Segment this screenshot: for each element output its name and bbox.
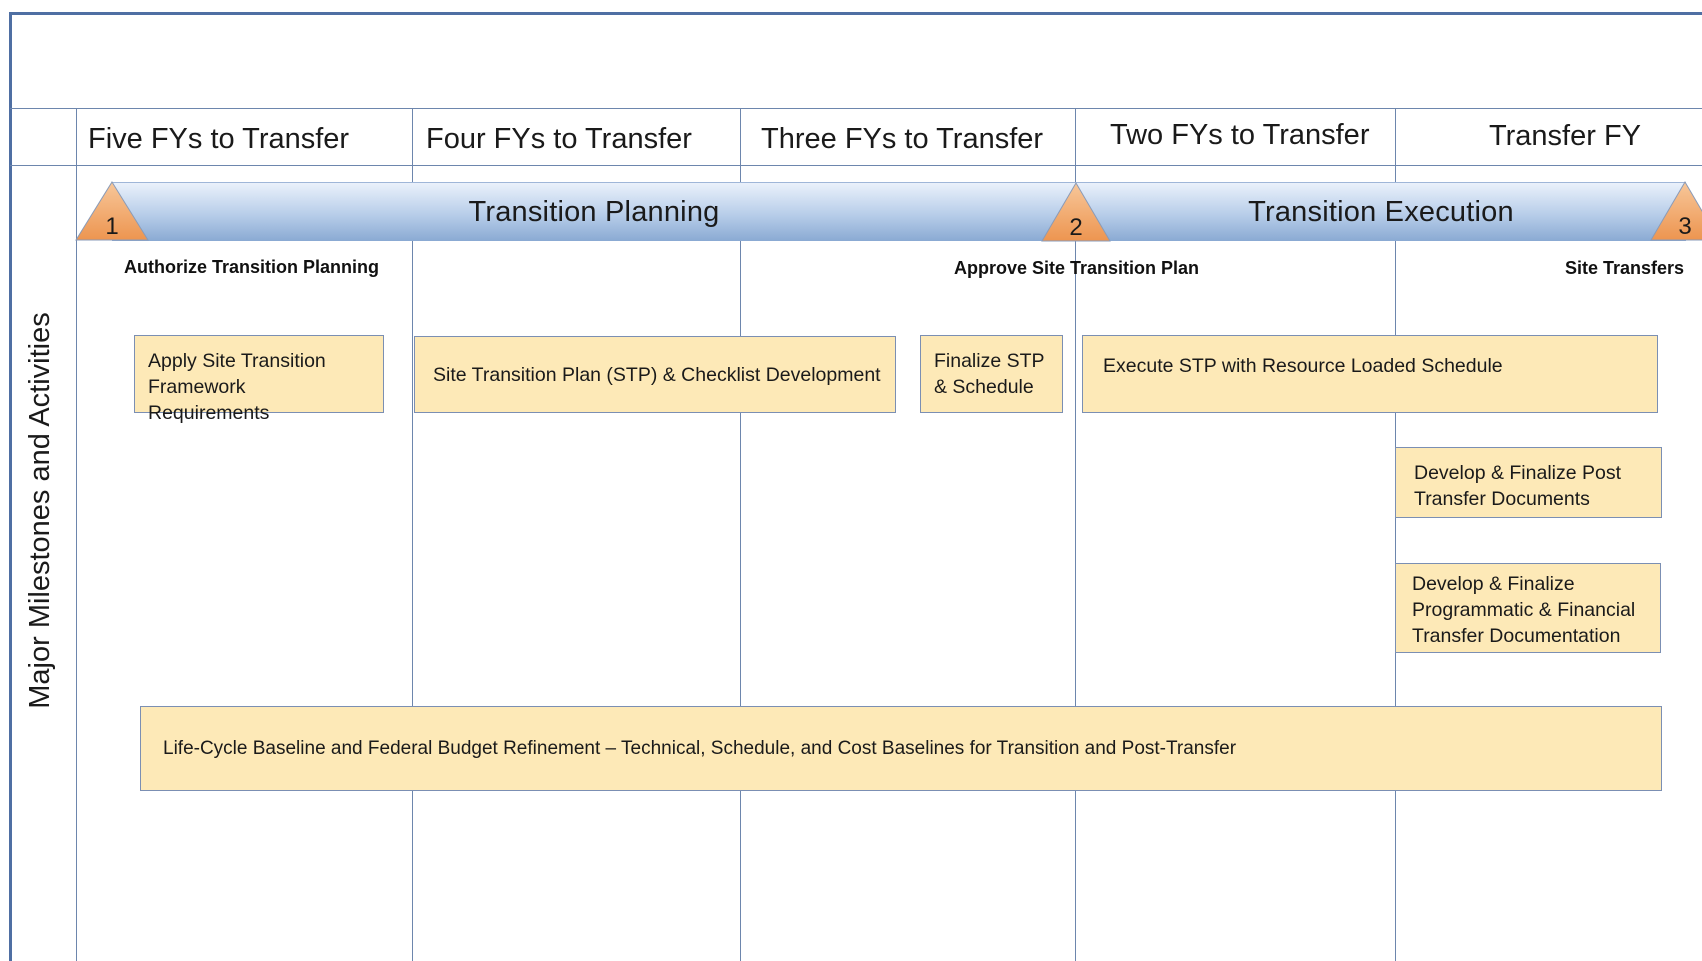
frame-top-border [10, 12, 1702, 15]
activity-execute-stp: Execute STP with Resource Loaded Schedul… [1082, 335, 1658, 413]
transition-timeline-diagram: Five FYs to Transfer Four FYs to Transfe… [0, 0, 1702, 961]
phase-bar-transition-planning: Transition Planning [112, 182, 1076, 241]
column-header-transfer-fy: Transfer FY [1489, 119, 1642, 152]
activity-life-cycle-baseline-text: Life-Cycle Baseline and Federal Budget R… [163, 737, 1237, 759]
milestone-2-label: Approve Site Transition Plan [954, 258, 1200, 278]
milestone-2-icon: 2 [1041, 182, 1111, 242]
phase-bar-transition-execution: Transition Execution [1076, 182, 1686, 241]
milestone-1-icon: 1 [75, 181, 149, 241]
column-header-three-fys: Three FYs to Transfer [761, 122, 1044, 155]
row-label-text: Major Milestones and Activities [23, 311, 56, 709]
column-header-four-fys: Four FYs to Transfer [426, 122, 692, 155]
milestone-1-label: Authorize Transition Planning [124, 257, 380, 277]
header-top-divider [10, 108, 1702, 109]
activity-stp-development-text: Site Transition Plan (STP) & Checklist D… [433, 363, 881, 386]
milestone-3-icon: 3 [1650, 181, 1702, 241]
activity-programmatic-financial: Develop & Finalize Programmatic & Financ… [1395, 563, 1661, 653]
activity-execute-stp-text: Execute STP with Resource Loaded Schedul… [1103, 355, 1503, 377]
activity-finalize-stp: Finalize STP & Schedule [920, 335, 1063, 413]
column-header-two-fys: Two FYs to Transfer [1110, 118, 1370, 151]
activity-apply-framework: Apply Site Transition Framework Requirem… [134, 335, 384, 424]
milestone-1-number: 1 [105, 213, 119, 240]
milestone-3-label: Site Transfers [1565, 258, 1685, 278]
row-label: Major Milestones and Activities [22, 300, 58, 720]
frame-left-border [9, 12, 12, 961]
column-header-five-fys: Five FYs to Transfer [88, 122, 350, 155]
milestone-3-number: 3 [1678, 213, 1692, 240]
phase-label-execution: Transition Execution [1248, 195, 1514, 228]
activity-stp-development: Site Transition Plan (STP) & Checklist D… [414, 336, 896, 413]
milestone-2-number: 2 [1069, 214, 1083, 241]
phase-label-planning: Transition Planning [468, 195, 720, 228]
activity-life-cycle-baseline: Life-Cycle Baseline and Federal Budget R… [140, 706, 1662, 791]
activity-post-transfer-docs: Develop & Finalize Post Transfer Documen… [1395, 447, 1662, 518]
